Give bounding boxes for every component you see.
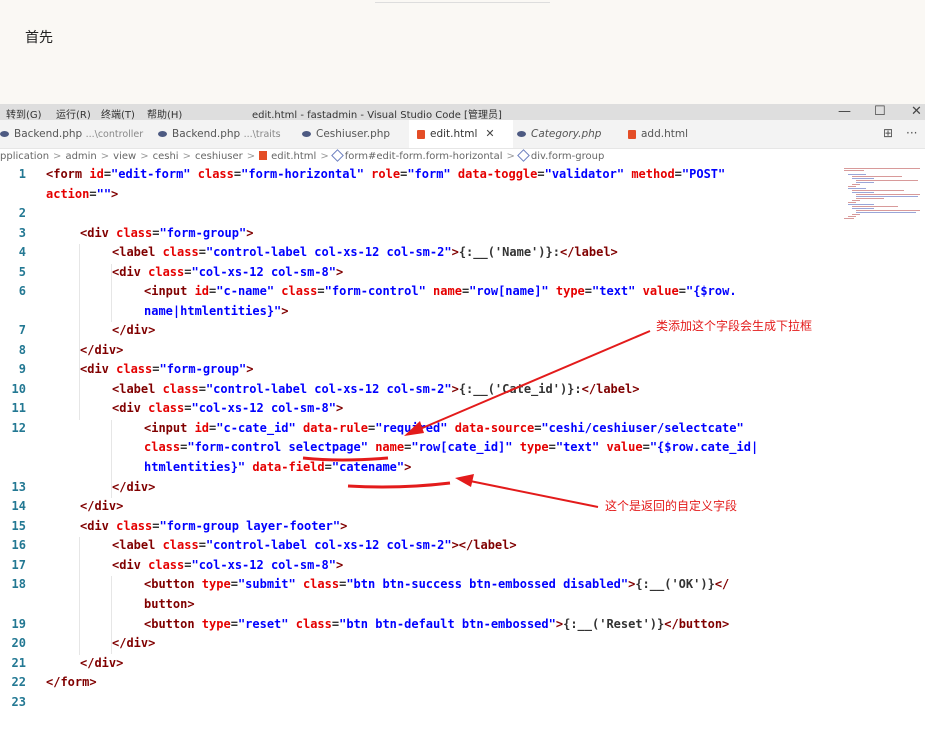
- annotation-datafield: 这个是返回的自定义字段: [605, 499, 738, 513]
- arrow-head: [404, 421, 424, 436]
- underline-catename: [347, 481, 451, 489]
- arrow-line: [469, 480, 599, 508]
- arrow-head: [455, 474, 474, 487]
- annotation-selectpage: 类添加这个字段会生成下拉框: [656, 319, 813, 333]
- underline-selectpage: [302, 456, 389, 462]
- arrow-line: [419, 330, 651, 430]
- annotation-overlay: [302, 330, 651, 508]
